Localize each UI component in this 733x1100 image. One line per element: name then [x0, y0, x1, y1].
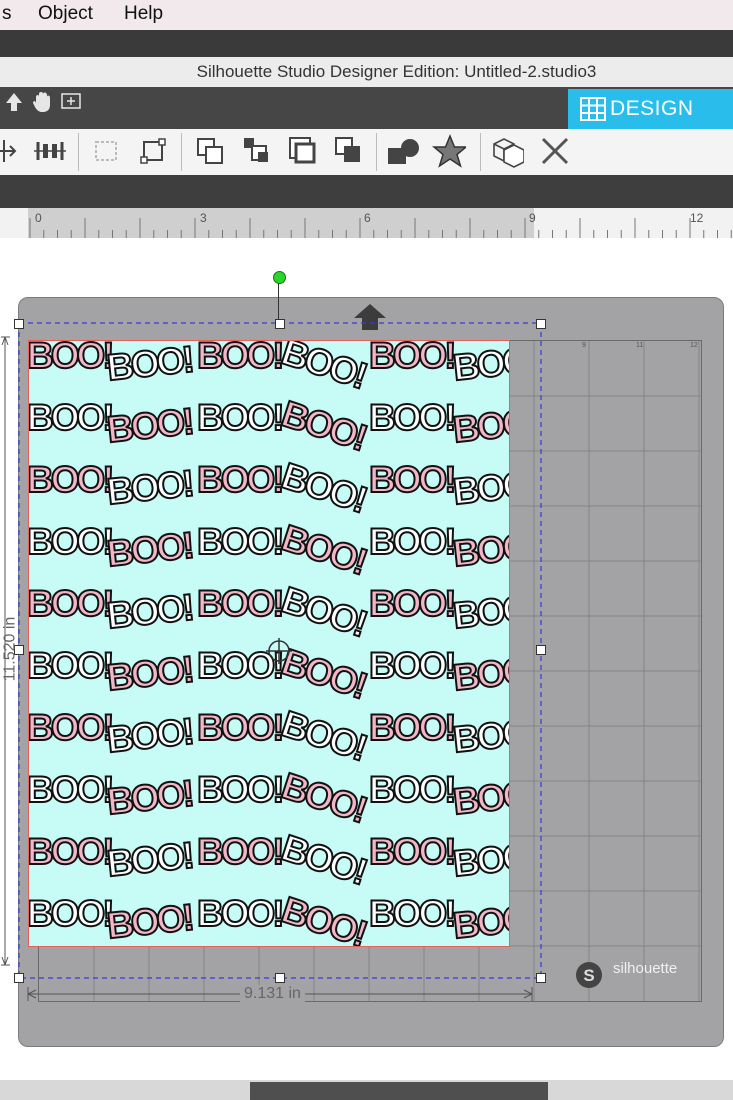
grid-icon — [580, 97, 606, 121]
pan-hand-icon[interactable] — [30, 91, 54, 113]
distribute-icon[interactable] — [32, 134, 66, 168]
ruler-mark: 12 — [690, 211, 704, 225]
silhouette-logo-text: silhouette — [613, 960, 678, 977]
menu-item-help[interactable]: Help — [124, 3, 163, 25]
send-backward-icon[interactable] — [240, 134, 274, 168]
resize-handle[interactable] — [275, 319, 285, 329]
resize-handle[interactable] — [536, 645, 546, 655]
rotate-handle[interactable] — [273, 271, 286, 284]
toolbar-separator — [376, 133, 377, 171]
tab-design[interactable]: DESIGN — [568, 89, 733, 129]
resize-handle[interactable] — [14, 973, 24, 983]
toolbar-separator — [480, 133, 481, 171]
resize-handle[interactable] — [536, 319, 546, 329]
ruler-mark: 9 — [529, 211, 536, 225]
modify-icon[interactable] — [490, 134, 524, 168]
center-crosshair-icon[interactable] — [266, 638, 292, 664]
resize-handle[interactable] — [536, 973, 546, 983]
toolbar-separator — [78, 133, 79, 171]
svg-text:S: S — [583, 966, 594, 985]
bring-to-front-icon[interactable] — [286, 134, 320, 168]
mat-ruler-mark: 11 — [636, 342, 644, 349]
group-icon[interactable] — [90, 134, 124, 168]
mat-ruler-mark: 12 — [690, 342, 698, 349]
bring-forward-icon[interactable] — [194, 134, 228, 168]
rotate-handle-stem — [278, 282, 279, 319]
options-strip — [0, 175, 733, 208]
toolbar-separator — [181, 133, 182, 171]
pointer-icon[interactable] — [2, 91, 26, 113]
window-title: Silhouette Studio Designer Edition: Unti… — [196, 62, 597, 81]
resize-handle[interactable] — [275, 973, 285, 983]
toolbar — [0, 129, 733, 176]
menu-bar: s Object Help — [0, 0, 733, 31]
ruler-mark: 3 — [200, 211, 207, 225]
send-to-back-icon[interactable] — [332, 134, 366, 168]
menu-item-s[interactable]: s — [2, 3, 12, 25]
delete-icon[interactable] — [538, 134, 572, 168]
ruler-mark: 0 — [35, 211, 42, 225]
star-icon[interactable] — [432, 134, 466, 168]
menu-item-object[interactable]: Object — [38, 3, 93, 25]
silhouette-logo-icon: S — [576, 962, 602, 988]
resize-handle[interactable] — [14, 319, 24, 329]
title-bar: Silhouette Studio Designer Edition: Unti… — [0, 57, 733, 88]
mat-ruler-mark: 9 — [582, 342, 586, 349]
window-chrome-strip — [0, 30, 733, 57]
height-dimension-label: 11.520 in — [1, 616, 19, 682]
ungroup-icon[interactable] — [136, 134, 170, 168]
tab-design-label: DESIGN — [610, 97, 694, 120]
align-icon[interactable] — [0, 134, 28, 168]
width-dimension-label: 9.131 in — [240, 985, 305, 1003]
ruler-mark: 6 — [364, 211, 371, 225]
top-ruler: 0 3 6 9 12 — [0, 208, 733, 239]
shapes-icon[interactable] — [386, 134, 420, 168]
zoom-fit-icon[interactable] — [60, 92, 82, 110]
scrollbar-thumb[interactable] — [250, 1082, 548, 1100]
